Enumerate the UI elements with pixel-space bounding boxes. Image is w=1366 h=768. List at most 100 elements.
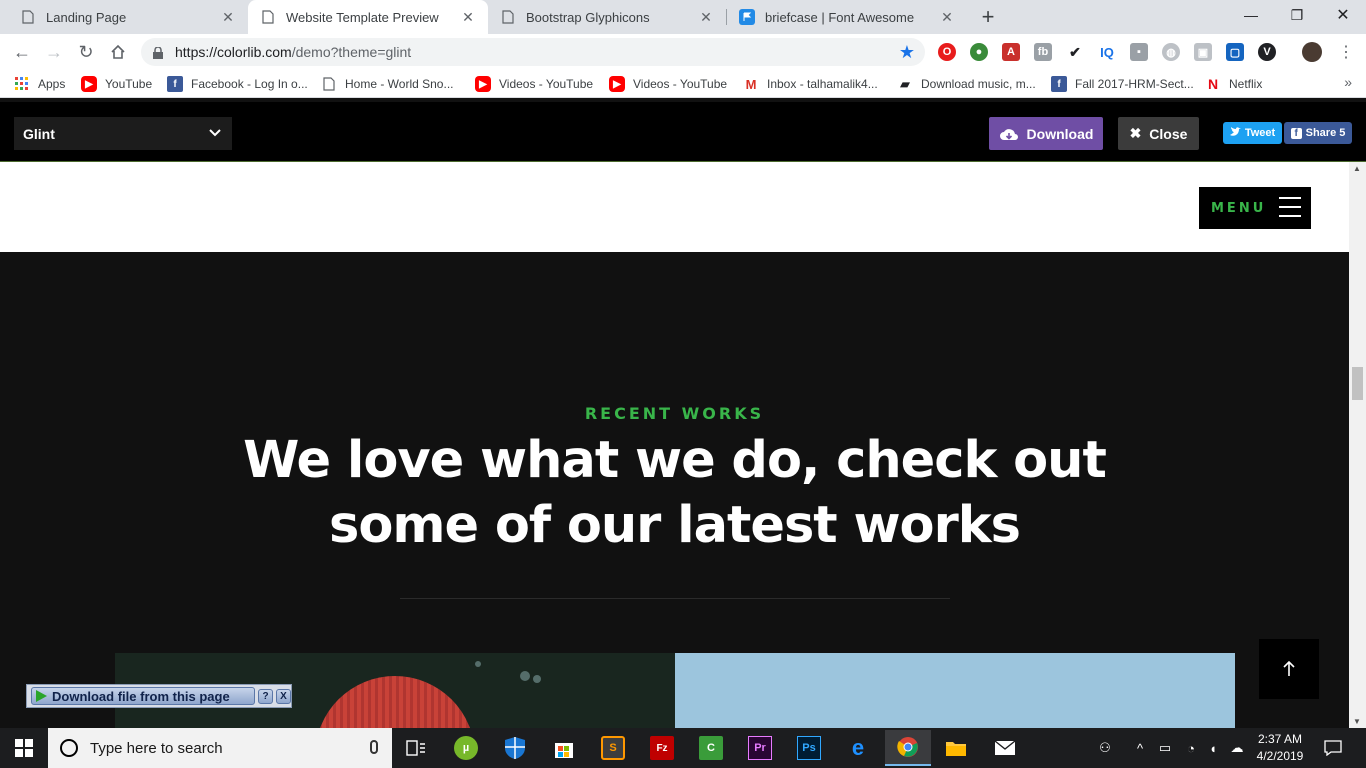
bookmark-download-music[interactable]: ▰ Download music, m... (897, 76, 1035, 92)
photoshop-icon[interactable]: Ps (793, 732, 825, 764)
opera-extension-icon[interactable]: O (938, 43, 956, 61)
system-clock[interactable]: 2:37 AM 4/2/2019 (1250, 731, 1310, 765)
checkmark-extension-icon[interactable]: ✔ (1066, 43, 1084, 61)
store-icon[interactable] (548, 732, 580, 764)
defender-shield-icon[interactable] (499, 732, 531, 764)
bokeh-dot (475, 661, 481, 667)
bookmark-star-icon[interactable]: ★ (899, 42, 915, 63)
web-extension-icon[interactable]: ◍ (1162, 43, 1180, 61)
recent-works-section: RECENT WORKS We love what we do, check o… (0, 252, 1349, 728)
template-preview-bar: Glint Download ✖ Close Tweet f Share 5 (0, 102, 1366, 162)
filezilla-icon[interactable]: Fz (646, 732, 678, 764)
scroll-up-arrow-icon[interactable]: ▲ (1353, 164, 1361, 173)
windows-taskbar: Type here to search µ S Fz C Pr Ps e ⚇ ^… (0, 728, 1366, 768)
bookmark-videos-youtube-2[interactable]: ▶ Videos - YouTube (609, 76, 727, 92)
facebook-share-button[interactable]: f Share 5 (1284, 122, 1352, 144)
tab-bootstrap-glyphicons[interactable]: Bootstrap Glyphicons ✕ (488, 0, 726, 34)
iq-extension-icon[interactable]: IQ (1098, 43, 1116, 61)
facebook-icon: f (1051, 76, 1067, 92)
download-file-button[interactable]: Download file from this page (31, 687, 255, 705)
task-view-icon[interactable] (400, 732, 432, 764)
close-icon[interactable]: X (276, 688, 291, 704)
bookmark-netflix[interactable]: N Netflix (1205, 76, 1262, 92)
scroll-down-arrow-icon[interactable]: ▼ (1353, 717, 1361, 726)
profile-avatar[interactable] (1302, 42, 1322, 62)
microphone-icon[interactable] (370, 740, 378, 754)
tab-briefcase-font-awesome[interactable]: briefcase | Font Awesome ✕ (727, 0, 967, 34)
download-label: Download (1026, 125, 1094, 142)
close-glyph: X (280, 690, 287, 702)
close-window-icon[interactable]: ✕ (1320, 0, 1366, 30)
screenshot-extension-icon[interactable]: ▣ (1194, 43, 1212, 61)
mail-icon[interactable] (989, 732, 1021, 764)
file-explorer-icon[interactable] (940, 732, 972, 764)
bookmark-fall-2017[interactable]: f Fall 2017-HRM-Sect... (1051, 76, 1194, 92)
onedrive-cloud-icon[interactable]: ☁ (1226, 728, 1248, 768)
wifi-icon[interactable]: ◔ (1180, 728, 1202, 768)
fb-extension-icon[interactable]: fb (1034, 43, 1052, 61)
netflix-icon: N (1207, 76, 1219, 92)
bookmark-facebook[interactable]: f Facebook - Log In o... (167, 76, 308, 92)
forward-arrow-icon[interactable]: → (42, 40, 66, 64)
chrome-icon[interactable] (885, 730, 931, 766)
help-icon[interactable]: ? (258, 688, 273, 704)
download-button[interactable]: Download (989, 117, 1103, 150)
close-tab-icon[interactable]: ✕ (460, 9, 476, 25)
tweet-button[interactable]: Tweet (1223, 122, 1282, 144)
restore-icon[interactable]: ❐ (1274, 0, 1320, 30)
minimize-icon[interactable]: — (1228, 0, 1274, 30)
people-icon[interactable]: ⚇ (1094, 728, 1116, 768)
chevron-down-icon (208, 125, 222, 139)
close-button[interactable]: ✖ Close (1118, 117, 1199, 150)
taskbar-search-box[interactable]: Type here to search (48, 728, 392, 768)
page-scrollbar[interactable]: ▲ ▼ (1349, 162, 1366, 728)
volume-icon[interactable]: ◖ (1202, 728, 1224, 768)
download-helper-label: Download file from this page (52, 688, 230, 704)
home-icon[interactable] (106, 40, 130, 64)
back-to-top-arrow-icon[interactable] (1259, 639, 1319, 699)
battery-icon[interactable]: ▭ (1154, 728, 1176, 768)
camtasia-icon[interactable]: C (695, 732, 727, 764)
more-bookmarks-chevron-icon[interactable]: » (1344, 74, 1352, 90)
close-tab-icon[interactable]: ✕ (698, 9, 714, 25)
image-extension-icon[interactable]: ▪ (1130, 43, 1148, 61)
facebook-icon: f (1290, 127, 1302, 139)
vu-extension-icon[interactable]: V (1258, 43, 1276, 61)
close-tab-icon[interactable]: ✕ (220, 9, 236, 25)
bookmark-inbox[interactable]: M Inbox - talhamalik4... (743, 76, 878, 92)
pdf-extension-icon[interactable]: A (1002, 43, 1020, 61)
hamburger-icon (1279, 197, 1301, 217)
scrollbar-thumb[interactable] (1352, 367, 1363, 400)
kebab-menu-icon[interactable]: ⋮ (1334, 40, 1358, 64)
tab-title: briefcase | Font Awesome (765, 9, 915, 25)
cast-extension-icon[interactable]: ▢ (1226, 43, 1244, 61)
tab-landing-page[interactable]: Landing Page ✕ (8, 0, 248, 34)
bookmark-videos-youtube-1[interactable]: ▶ Videos - YouTube (475, 76, 593, 92)
menu-toggle-button[interactable]: MENU (1199, 187, 1311, 229)
bookmark-label: Home - World Sno... (345, 77, 454, 91)
clock-date: 4/2/2019 (1256, 749, 1304, 763)
bookmark-apps[interactable]: Apps (14, 76, 65, 92)
reload-icon[interactable]: ↻ (74, 40, 98, 64)
share-label: Share 5 (1305, 127, 1346, 139)
premiere-pro-icon[interactable]: Pr (744, 732, 776, 764)
tray-chevron-up-icon[interactable]: ^ (1130, 728, 1150, 768)
windows-start-icon[interactable] (0, 728, 48, 768)
work-thumbnail-2[interactable] (675, 653, 1235, 728)
theme-select-dropdown[interactable]: Glint (14, 117, 232, 150)
utorrent-icon[interactable]: µ (450, 732, 482, 764)
red-beanie-image (315, 676, 475, 728)
tab-website-template-preview[interactable]: Website Template Preview ✕ (248, 0, 488, 34)
address-bar[interactable]: https://colorlib.com/demo?theme=glint ★ (141, 38, 925, 66)
sublime-text-icon[interactable]: S (597, 732, 629, 764)
globe-extension-icon[interactable]: ● (970, 43, 988, 61)
notification-center-icon[interactable] (1320, 728, 1346, 768)
bookmark-label: Videos - YouTube (499, 77, 594, 91)
new-tab-plus-icon[interactable]: + (976, 4, 1000, 29)
close-tab-icon[interactable]: ✕ (939, 9, 955, 25)
edge-icon[interactable]: e (842, 732, 874, 764)
back-arrow-icon[interactable]: ← (10, 40, 34, 64)
bookmark-youtube[interactable]: ▶ YouTube (81, 76, 152, 92)
bookmark-world-snooker[interactable]: Home - World Sno... (321, 76, 453, 92)
help-glyph: ? (262, 690, 269, 702)
